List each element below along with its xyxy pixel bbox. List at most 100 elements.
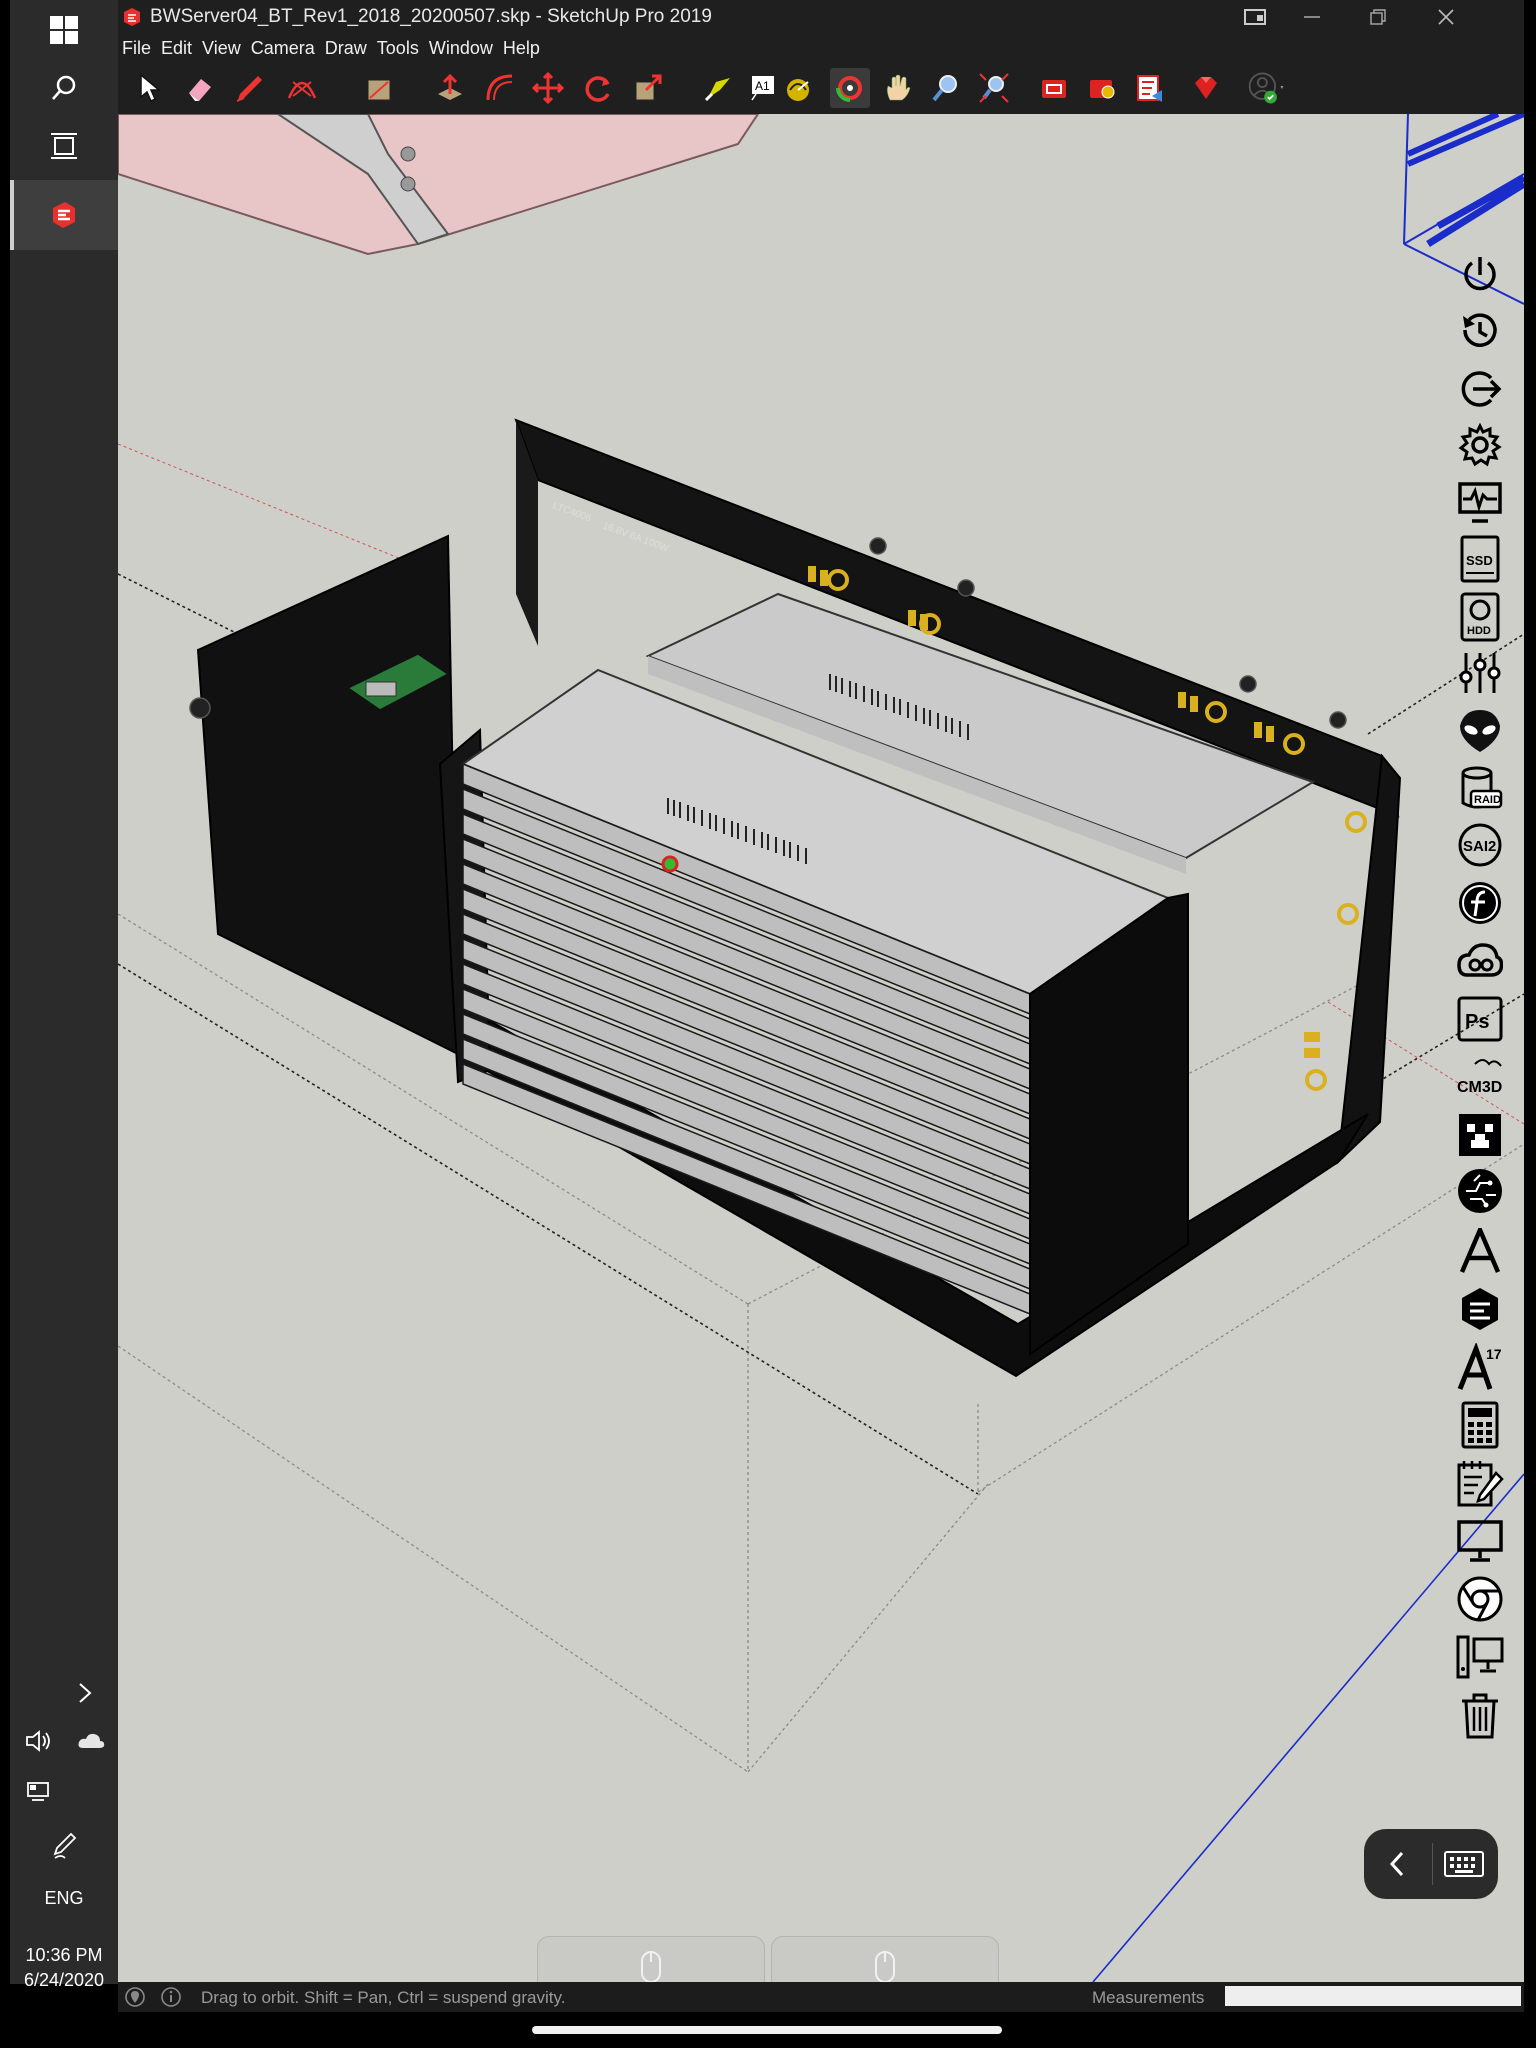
onedrive-cloud-icon[interactable] [74,1732,108,1755]
scale-icon[interactable] [628,68,668,108]
minimize-icon[interactable] [1282,0,1342,34]
select-arrow-icon[interactable] [130,68,170,108]
cm3d-icon[interactable]: CM3D [1440,1050,1520,1104]
trash-icon[interactable] [1440,1688,1520,1742]
fusion-icon[interactable] [1440,876,1520,930]
mouse-icon [875,1951,895,1983]
raid-label: RAID [1474,794,1501,806]
notepad-icon[interactable] [1440,1456,1520,1510]
task-view-icon[interactable] [10,116,118,176]
tape-measure-icon[interactable] [778,68,818,108]
pen-icon[interactable] [10,1832,118,1865]
monitor-pulse-icon[interactable] [1440,476,1520,530]
measurements-label: Measurements [1092,1988,1205,2007]
close-icon[interactable] [1416,0,1476,34]
home-indicator[interactable] [532,2026,1002,2034]
autocad-17-icon[interactable]: 17 [1440,1340,1520,1394]
photoshop-icon[interactable]: Ps [1440,992,1520,1046]
3d-warehouse-icon[interactable] [1034,68,1074,108]
push-pull-icon[interactable] [430,68,470,108]
battery-server-enclosure: LTC4006 16.8V 6A 100W [189,418,1402,1378]
raid-icon[interactable]: RAID [1440,762,1520,816]
offset-icon[interactable] [480,68,520,108]
desktop-icon[interactable] [1440,1514,1520,1568]
sai2-label: SAI2 [1463,838,1496,855]
keyboard-icon[interactable] [1444,1851,1484,1882]
alien-head-icon[interactable] [1440,704,1520,758]
rectangle-icon[interactable] [360,68,400,108]
chrome-icon[interactable] [1440,1572,1520,1626]
network-icon[interactable] [24,1780,54,1807]
menu-tools[interactable]: Tools [377,38,419,59]
ruby-icon[interactable] [1186,68,1226,108]
extension-warehouse-icon[interactable] [1082,68,1122,108]
logout-icon[interactable] [1440,362,1520,416]
geo-location-icon[interactable] [124,1986,146,2013]
account-icon[interactable] [1246,68,1286,108]
remote-desktop-icon[interactable] [1440,1630,1520,1684]
sai2-icon[interactable]: SAI2 [1440,818,1520,872]
model-drawing: LTC4006 16.8V 6A 100W [118,114,1524,1982]
text-icon[interactable]: A1 [742,68,782,108]
model-viewport[interactable]: LTC4006 16.8V 6A 100W [118,114,1524,1982]
svg-text:A1: A1 [755,79,770,93]
layout-icon[interactable] [1130,68,1170,108]
pan-icon[interactable] [878,68,918,108]
pcb-label-1: LTC4006 [551,500,593,524]
tablet-mode-icon[interactable] [1226,0,1286,34]
arc-icon[interactable] [282,68,322,108]
sketchup-launcher-icon[interactable] [1440,1282,1520,1336]
clock-date[interactable]: 6/24/2020 [10,1970,118,1991]
menu-help[interactable]: Help [503,38,540,59]
large-toolset: A1 [118,62,1524,115]
chevron-left-icon[interactable] [1382,1847,1412,1886]
chevron-right-icon[interactable] [10,1682,118,1709]
mouse-icon [641,1951,661,1983]
move-icon[interactable] [528,68,568,108]
title-bar: BWServer04_BT_Rev1_2018_20200507.skp - S… [118,0,1524,34]
font-a-icon[interactable] [1440,1224,1520,1278]
paint-bucket-icon[interactable] [698,68,738,108]
search-icon[interactable] [10,58,118,118]
info-icon[interactable] [160,1986,182,2013]
measurements-input[interactable] [1225,1986,1521,2006]
pink-frame-part [118,114,760,256]
zoom-extents-icon[interactable] [974,68,1014,108]
rotate-icon[interactable] [578,68,618,108]
photoshop-label: Ps [1465,1011,1489,1033]
settings-icon[interactable] [1440,418,1520,472]
zoom-icon[interactable] [926,68,966,108]
menu-window[interactable]: Window [429,38,493,59]
calculator-icon[interactable] [1440,1398,1520,1452]
eraser-icon[interactable] [180,68,220,108]
ssd-icon[interactable]: SSD [1440,532,1520,586]
hdd-label: HDD [1467,625,1491,637]
cm3d-label: CM3D [1457,1079,1502,1096]
minecraft-icon[interactable] [1440,1108,1520,1162]
menu-file[interactable]: File [122,38,151,59]
sketchup-window: BWServer04_BT_Rev1_2018_20200507.skp - S… [118,0,1524,2012]
hdd-icon[interactable]: HDD [1440,590,1520,644]
status-bar: Drag to orbit. Shift = Pan, Ctrl = suspe… [118,1982,1524,2012]
menu-view[interactable]: View [202,38,241,59]
restore-icon[interactable] [1348,0,1408,34]
menu-camera[interactable]: Camera [251,38,315,59]
circuit-brain-icon[interactable] [1440,1164,1520,1218]
sketchup-taskbar-icon[interactable] [10,180,118,250]
ssd-label: SSD [1466,553,1493,568]
volume-icon[interactable] [24,1730,54,1757]
history-icon[interactable] [1440,304,1520,358]
mixer-sliders-icon[interactable] [1440,646,1520,700]
sketchup-icon [124,8,140,26]
language-indicator[interactable]: ENG [10,1888,118,1909]
power-icon[interactable] [1440,248,1520,302]
menu-draw[interactable]: Draw [325,38,367,59]
touch-keyboard-pill [1364,1829,1498,1899]
windows-start-icon[interactable] [10,0,118,60]
taskbar: ENG 10:36 PM 6/24/2020 [10,0,118,1990]
orbit-icon[interactable] [830,68,870,108]
menu-edit[interactable]: Edit [161,38,192,59]
creative-cloud-icon[interactable] [1440,934,1520,988]
line-pencil-icon[interactable] [230,68,270,108]
clock-time[interactable]: 10:36 PM [10,1945,118,1966]
